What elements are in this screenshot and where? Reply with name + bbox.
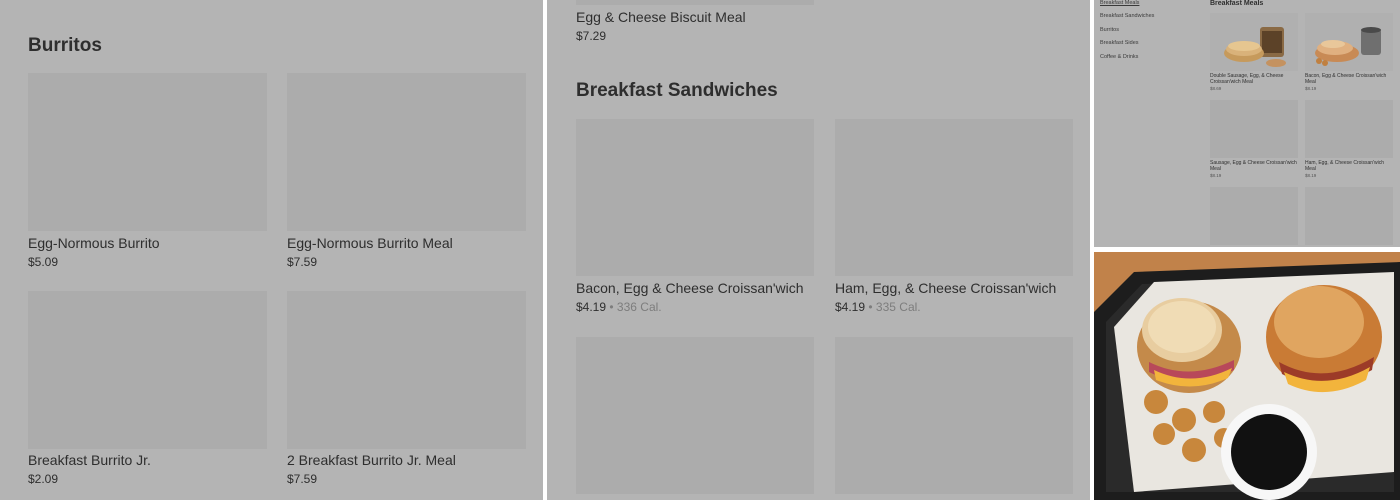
item-name[interactable]: Ham, Egg, & Cheese Croissan'wich <box>835 280 1056 296</box>
item-name[interactable]: 2 Breakfast Burrito Jr. Meal <box>287 452 456 468</box>
separator-dot: • <box>609 300 614 314</box>
item-image-placeholder[interactable] <box>287 73 526 231</box>
item-image-placeholder[interactable] <box>1305 100 1393 158</box>
item-price: $7.29 <box>576 29 607 43</box>
item-image-placeholder[interactable] <box>28 73 267 231</box>
item-name[interactable]: Breakfast Burrito Jr. <box>28 452 151 468</box>
item-image-placeholder[interactable] <box>287 291 526 449</box>
item-price: $7.59 <box>287 472 318 486</box>
section-title-breakfast-sandwiches: Breakfast Sandwiches <box>576 80 778 101</box>
item-image-placeholder[interactable] <box>576 0 814 5</box>
item-image-placeholder[interactable] <box>835 337 1073 494</box>
item-image-placeholder[interactable] <box>835 119 1073 276</box>
item-calories: 335 Cal. <box>875 300 921 314</box>
breakfast-sandwiches-panel: Egg & Cheese Biscuit Meal $7.29 Breakfas… <box>547 0 1090 500</box>
nav-item-burritos[interactable]: Burritos <box>1100 27 1119 33</box>
item-image-placeholder[interactable] <box>1210 100 1298 158</box>
item-image[interactable] <box>1305 13 1393 71</box>
item-price: $2.09 <box>28 472 59 486</box>
nav-item-coffee-drinks[interactable]: Coffee & Drinks <box>1100 54 1138 60</box>
item-image-placeholder[interactable] <box>1305 187 1393 245</box>
item-name[interactable]: Egg & Cheese Biscuit Meal <box>576 9 746 25</box>
item-price: $8.19 <box>1305 86 1317 91</box>
item-price: $4.19 <box>835 300 866 314</box>
item-price-calories: $4.19 • 335 Cal. <box>835 300 921 314</box>
item-name[interactable]: Egg-Normous Burrito Meal <box>287 235 453 251</box>
item-price: $8.69 <box>1210 86 1222 91</box>
item-name[interactable]: Bacon, Egg & Cheese Croissan'wich Meal <box>1305 73 1393 85</box>
nav-item-breakfast-meals[interactable]: Breakfast Meals <box>1100 0 1139 6</box>
item-name[interactable]: Ham, Egg, & Cheese Croissan'wich Meal <box>1305 160 1393 172</box>
breakfast-meals-panel: Breakfast Meals Breakfast Sandwiches Bur… <box>1094 0 1400 247</box>
section-title-breakfast-meals: Breakfast Meals <box>1210 0 1264 7</box>
item-image-placeholder[interactable] <box>576 337 814 494</box>
item-image-placeholder[interactable] <box>28 291 267 449</box>
item-name[interactable]: Double Sausage, Egg, & Cheese Croissan'w… <box>1210 73 1298 85</box>
nav-item-breakfast-sandwiches[interactable]: Breakfast Sandwiches <box>1100 13 1154 19</box>
separator-dot: • <box>868 300 873 314</box>
item-image-placeholder[interactable] <box>576 119 814 276</box>
burritos-panel: Burritos Egg-Normous Burrito $5.09 Egg-N… <box>0 0 543 500</box>
item-price: $4.19 <box>576 300 607 314</box>
item-price: $8.19 <box>1305 173 1317 178</box>
item-price: $8.19 <box>1210 173 1222 178</box>
meal-photo-icon <box>1315 27 1381 66</box>
item-name[interactable]: Sausage, Egg & Cheese Croissan'wich Meal <box>1210 160 1298 172</box>
item-price-calories: $4.19 • 336 Cal. <box>576 300 662 314</box>
section-title-burritos: Burritos <box>28 35 102 56</box>
meal-photo-icon <box>1224 27 1286 67</box>
breakfast-food-photo <box>1094 252 1400 500</box>
item-image[interactable] <box>1210 13 1298 71</box>
item-name[interactable]: Bacon, Egg & Cheese Croissan'wich <box>576 280 804 296</box>
item-price: $5.09 <box>28 255 59 269</box>
item-name[interactable]: Egg-Normous Burrito <box>28 235 160 251</box>
item-image-placeholder[interactable] <box>1210 187 1298 245</box>
food-photo-icon <box>1094 252 1400 500</box>
nav-item-breakfast-sides[interactable]: Breakfast Sides <box>1100 40 1139 46</box>
item-price: $7.59 <box>287 255 318 269</box>
item-calories: 336 Cal. <box>616 300 662 314</box>
